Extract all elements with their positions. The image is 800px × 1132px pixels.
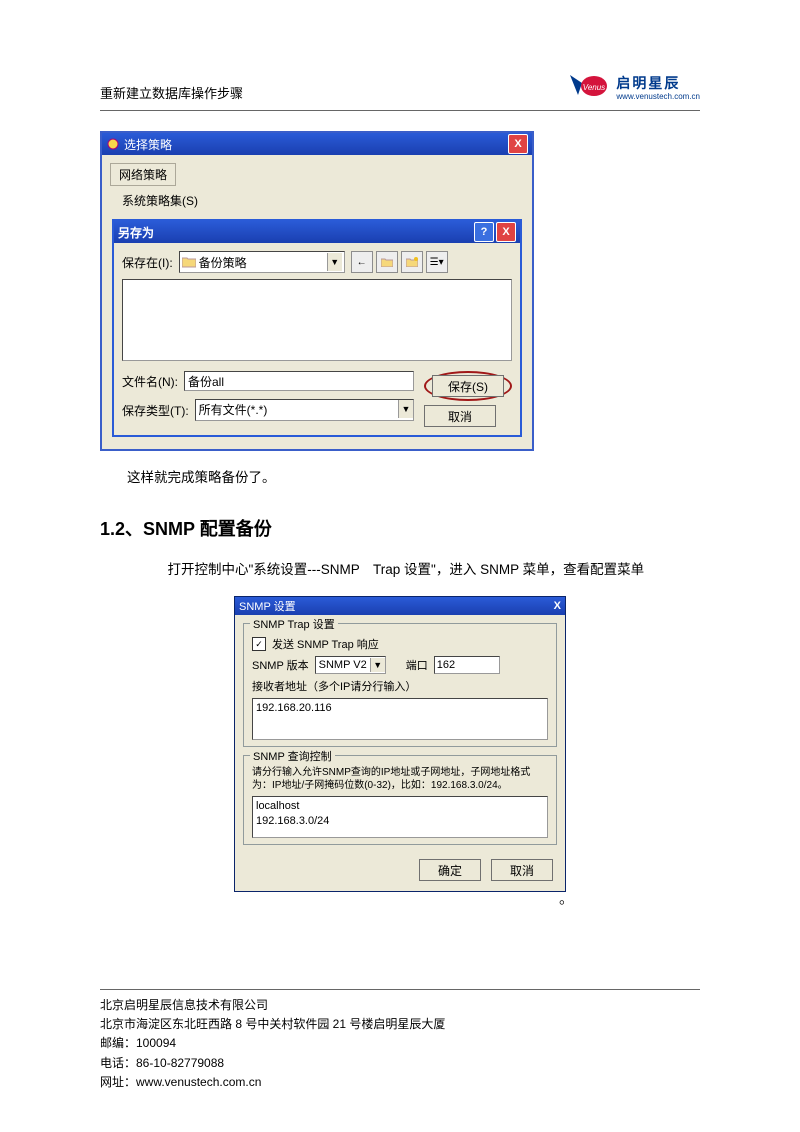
footer-phone: 电话：86-10-82779088 (100, 1054, 700, 1073)
logo: Venus 启明星辰 www.venustech.com.cn (568, 70, 700, 106)
ok-button[interactable]: 确定 (419, 859, 481, 881)
cancel-button[interactable]: 取消 (491, 859, 553, 881)
policy-titlebar[interactable]: 选择策略 X (102, 133, 532, 155)
snmp-version-label: SNMP 版本 (252, 657, 309, 673)
filename-label: 文件名(N): (122, 373, 178, 390)
receiver-addresses-input[interactable]: 192.168.20.116 (252, 698, 548, 740)
close-icon[interactable]: X (496, 222, 516, 242)
save-as-dialog: 另存为 ? X 保存在(I): 备份策略 ▼ (112, 219, 522, 437)
snmp-version-value: SNMP V2 (316, 659, 370, 671)
help-icon[interactable]: ? (474, 222, 494, 242)
tab-network-policy[interactable]: 网络策略 (110, 163, 176, 186)
snmp-query-hint: 请分行输入允许SNMP查询的IP地址或子网地址，子网地址格式为：IP地址/子网掩… (252, 766, 548, 792)
receiver-label: 接收者地址（多个IP请分行输入） (252, 678, 416, 694)
page-footer: 北京启明星辰信息技术有限公司 北京市海淀区东北旺西路 8 号中关村软件园 21 … (100, 989, 700, 1092)
save-dialog-title: 另存为 (118, 224, 154, 241)
save-button-highlight: 保存(S) (424, 371, 512, 401)
save-in-label: 保存在(I): (122, 254, 173, 271)
send-trap-checkbox[interactable]: ✓ (252, 637, 266, 651)
menu-system-policy-set[interactable]: 系统策略集(S) (110, 188, 524, 215)
back-button[interactable]: ← (351, 251, 373, 273)
footer-website: 网址：www.venustech.com.cn (100, 1073, 700, 1092)
send-trap-label: 发送 SNMP Trap 响应 (272, 636, 379, 652)
body-text-2: 打开控制中心"系统设置---SNMP Trap 设置"，进入 SNMP 菜单，查… (100, 557, 700, 583)
view-menu-button[interactable]: ☰▾ (426, 251, 448, 273)
section-heading: 1.2、SNMP 配置备份 (100, 515, 700, 541)
save-in-dropdown[interactable]: 备份策略 ▼ (179, 251, 345, 273)
policy-window-title: 选择策略 (124, 136, 172, 153)
footer-address: 北京市海淀区东北旺西路 8 号中关村软件园 21 号楼启明星辰大厦 (100, 1015, 700, 1034)
close-icon[interactable]: X (554, 600, 561, 612)
snmp-window-title: SNMP 设置 (239, 598, 296, 614)
filetype-value: 所有文件(*.*) (196, 400, 398, 420)
file-list[interactable] (122, 279, 512, 361)
snmp-version-dropdown[interactable]: SNMP V2 ▼ (315, 656, 386, 674)
venus-star-icon: Venus (568, 71, 610, 105)
snmp-window: SNMP 设置 X SNMP Trap 设置 ✓ 发送 SNMP Trap 响应… (234, 596, 566, 892)
snmp-trap-group-title: SNMP Trap 设置 (250, 616, 338, 632)
body-text-1: 这样就完成策略备份了。 (100, 465, 700, 491)
resize-grip-icon: ◦ (235, 892, 565, 913)
policy-window: 选择策略 X 网络策略 系统策略集(S) 另存为 ? X 保存在(I): (100, 131, 534, 451)
folder-name: 备份策略 (199, 254, 247, 271)
filename-input[interactable] (184, 371, 414, 391)
svg-text:Venus: Venus (583, 83, 605, 92)
footer-postcode: 邮编：100094 (100, 1034, 700, 1053)
port-label: 端口 (406, 657, 428, 673)
window-icon (106, 137, 120, 151)
cancel-button[interactable]: 取消 (424, 405, 496, 427)
new-folder-button[interactable] (401, 251, 423, 273)
filetype-label: 保存类型(T): (122, 402, 189, 419)
dropdown-arrow-icon: ▼ (327, 253, 342, 271)
save-button[interactable]: 保存(S) (432, 375, 504, 397)
dropdown-arrow-icon: ▼ (370, 658, 385, 672)
folder-icon (182, 256, 196, 268)
header-title: 重新建立数据库操作步骤 (100, 83, 243, 102)
snmp-trap-group: SNMP Trap 设置 ✓ 发送 SNMP Trap 响应 SNMP 版本 S… (243, 623, 557, 747)
snmp-query-group-title: SNMP 查询控制 (250, 748, 335, 764)
new-folder-icon (406, 257, 418, 267)
close-icon[interactable]: X (508, 134, 528, 154)
snmp-query-group: SNMP 查询控制 请分行输入允许SNMP查询的IP地址或子网地址，子网地址格式… (243, 755, 557, 845)
footer-company: 北京启明星辰信息技术有限公司 (100, 996, 700, 1015)
logo-name: 启明星辰 (616, 75, 700, 92)
page-header: 重新建立数据库操作步骤 Venus 启明星辰 www.venustech.com… (100, 60, 700, 111)
port-input[interactable] (434, 656, 500, 674)
snmp-query-addresses-input[interactable]: localhost 192.168.3.0/24 (252, 796, 548, 838)
up-folder-button[interactable] (376, 251, 398, 273)
dropdown-arrow-icon: ▼ (398, 400, 413, 418)
folder-up-icon (381, 257, 393, 267)
logo-url: www.venustech.com.cn (616, 92, 700, 102)
filetype-dropdown[interactable]: 所有文件(*.*) ▼ (195, 399, 414, 421)
